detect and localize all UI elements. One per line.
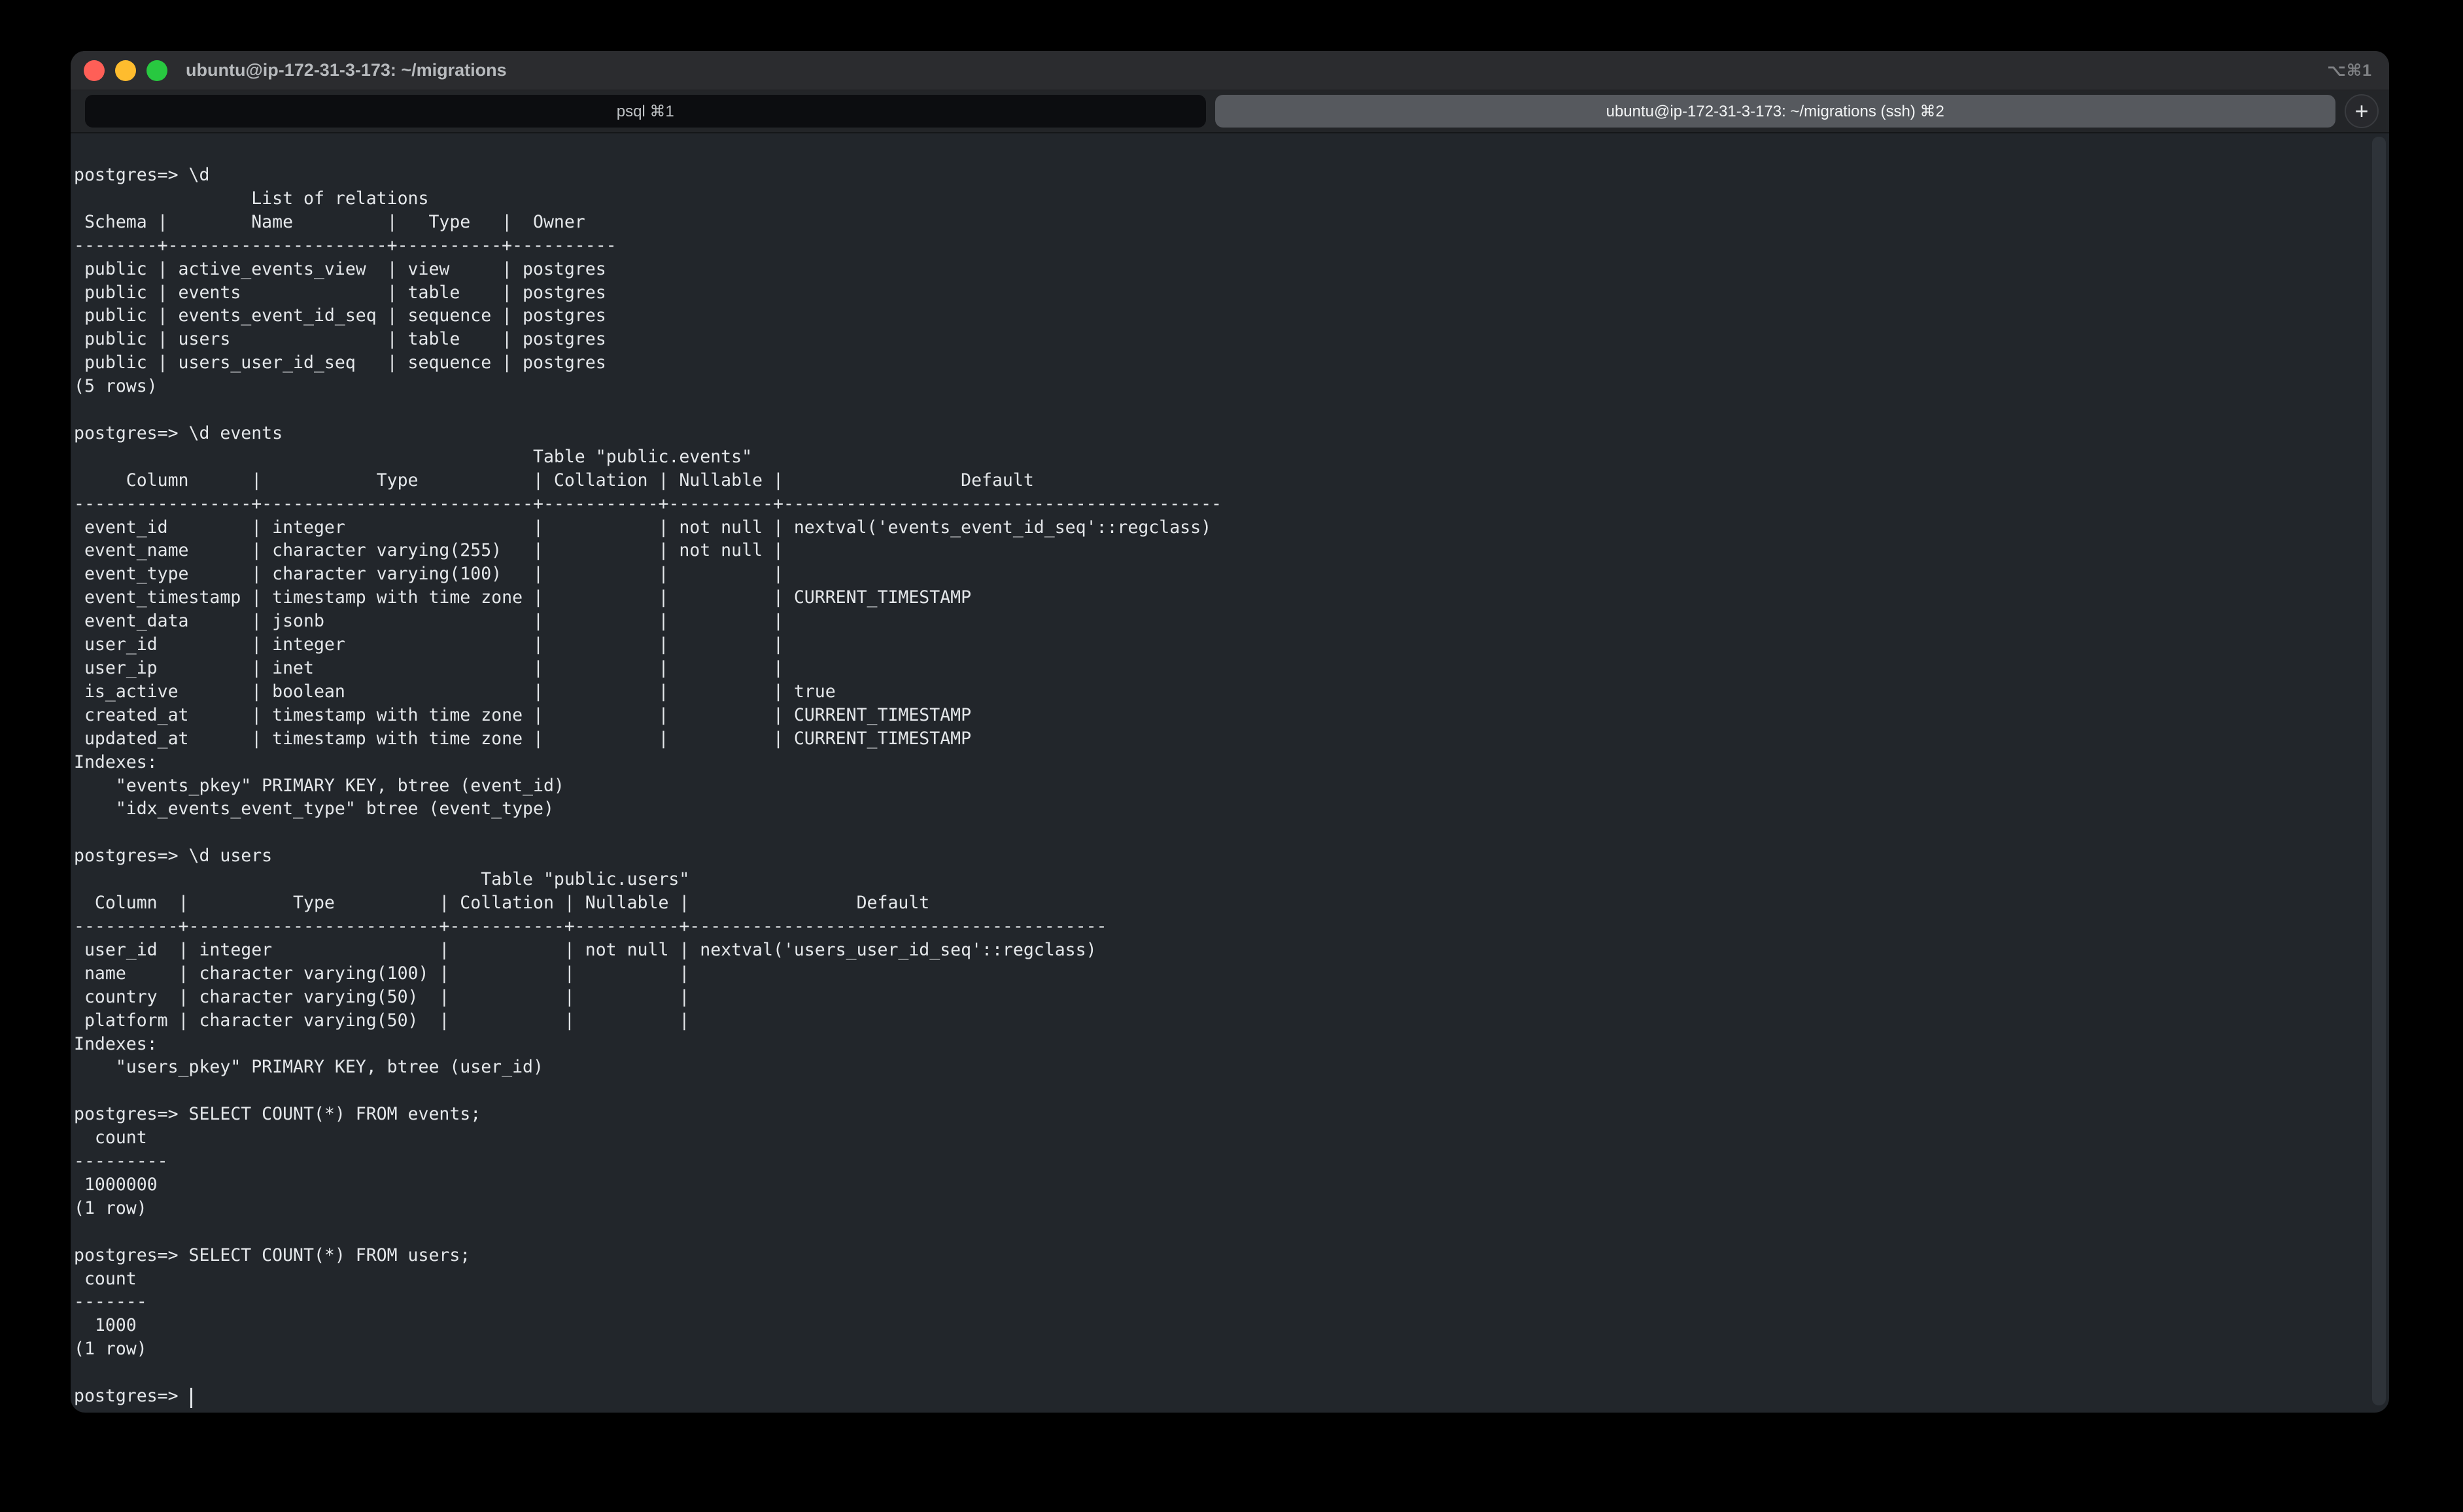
terminal-line: count <box>74 1126 2350 1150</box>
terminal-line: public | events | table | postgres <box>74 281 2350 305</box>
terminal-line: user_ip | inet | | | <box>74 657 2350 680</box>
tab-bar: psql ⌘1 ubuntu@ip-172-31-3-173: ~/migrat… <box>71 90 2389 133</box>
terminal-line: 1000000 <box>74 1173 2350 1197</box>
scrollbar-thumb[interactable] <box>2372 137 2386 1405</box>
close-button[interactable] <box>84 60 105 81</box>
terminal-line: updated_at | timestamp with time zone | … <box>74 727 2350 751</box>
terminal-line: postgres=> \d <box>74 163 2350 187</box>
terminal-line: "events_pkey" PRIMARY KEY, btree (event_… <box>74 774 2350 798</box>
terminal-line: created_at | timestamp with time zone | … <box>74 704 2350 727</box>
window-title: ubuntu@ip-172-31-3-173: ~/migrations <box>186 60 507 80</box>
terminal-line: postgres=> SELECT COUNT(*) FROM users; <box>74 1244 2350 1267</box>
terminal-line: event_data | jsonb | | | <box>74 610 2350 633</box>
terminal-line: postgres=> SELECT COUNT(*) FROM events; <box>74 1103 2350 1126</box>
terminal-line: user_id | integer | | not null | nextval… <box>74 938 2350 962</box>
terminal-window: ubuntu@ip-172-31-3-173: ~/migrations ⌥⌘1… <box>71 51 2389 1413</box>
prompt-text: postgres=> <box>74 1386 189 1406</box>
terminal-line <box>74 1220 2350 1244</box>
terminal-line <box>74 398 2350 422</box>
terminal-line: public | users | table | postgres <box>74 328 2350 351</box>
zoom-button[interactable] <box>146 60 167 81</box>
prompt-line: postgres=> <box>74 1384 2350 1408</box>
terminal-line <box>74 821 2350 844</box>
terminal-line: (1 row) <box>74 1337 2350 1361</box>
terminal-line: is_active | boolean | | | true <box>74 680 2350 704</box>
terminal-line <box>74 1079 2350 1103</box>
terminal-line: Indexes: <box>74 1033 2350 1056</box>
window-shortcut-hint: ⌥⌘1 <box>2327 61 2372 80</box>
tab-ssh-migrations[interactable]: ubuntu@ip-172-31-3-173: ~/migrations (ss… <box>1215 95 2336 128</box>
terminal-line: public | users_user_id_seq | sequence | … <box>74 351 2350 375</box>
terminal-line: public | events_event_id_seq | sequence … <box>74 304 2350 328</box>
terminal-content[interactable]: postgres=> \d List of relations Schema |… <box>71 133 2389 1412</box>
terminal-line: (5 rows) <box>74 375 2350 398</box>
terminal-line: Schema | Name | Type | Owner <box>74 211 2350 234</box>
terminal-line: 1000 <box>74 1314 2350 1337</box>
terminal-line: Table "public.events" <box>74 445 2350 469</box>
tab-psql[interactable]: psql ⌘1 <box>85 95 1206 128</box>
terminal-line: count <box>74 1267 2350 1291</box>
terminal-line: "users_pkey" PRIMARY KEY, btree (user_id… <box>74 1056 2350 1079</box>
terminal-line: event_id | integer | | not null | nextva… <box>74 516 2350 540</box>
terminal-line: Table "public.users" <box>74 868 2350 891</box>
terminal-line: user_id | integer | | | <box>74 633 2350 657</box>
terminal-line: name | character varying(100) | | | <box>74 962 2350 986</box>
window-titlebar[interactable]: ubuntu@ip-172-31-3-173: ~/migrations ⌥⌘1 <box>71 51 2389 90</box>
text-cursor <box>190 1388 192 1408</box>
terminal-line: Column | Type | Collation | Nullable | D… <box>74 469 2350 492</box>
terminal-line: ------- <box>74 1290 2350 1314</box>
terminal-line: event_type | character varying(100) | | … <box>74 562 2350 586</box>
terminal-line: List of relations <box>74 187 2350 211</box>
traffic-lights <box>84 60 167 81</box>
terminal-output: postgres=> \d List of relations Schema |… <box>74 163 2350 1384</box>
terminal-line: event_timestamp | timestamp with time zo… <box>74 586 2350 610</box>
terminal-line: Column | Type | Collation | Nullable | D… <box>74 891 2350 915</box>
terminal-line: country | character varying(50) | | | <box>74 986 2350 1009</box>
terminal-line: -----------------+----------------------… <box>74 492 2350 516</box>
terminal-line: ----------+------------------------+----… <box>74 915 2350 938</box>
terminal-line: public | active_events_view | view | pos… <box>74 258 2350 281</box>
terminal-line: event_name | character varying(255) | | … <box>74 539 2350 562</box>
terminal-line: platform | character varying(50) | | | <box>74 1009 2350 1033</box>
terminal-line: (1 row) <box>74 1197 2350 1220</box>
terminal-line: Indexes: <box>74 751 2350 774</box>
terminal-line: "idx_events_event_type" btree (event_typ… <box>74 797 2350 821</box>
desktop: { "window": { "title": "ubuntu@ip-172-31… <box>0 0 2463 1512</box>
terminal-line: postgres=> \d events <box>74 422 2350 445</box>
new-tab-button[interactable]: + <box>2345 94 2379 128</box>
terminal-line: --------- <box>74 1150 2350 1173</box>
terminal-line: postgres=> \d users <box>74 844 2350 868</box>
terminal-line: --------+---------------------+---------… <box>74 234 2350 258</box>
terminal-line <box>74 1361 2350 1384</box>
minimize-button[interactable] <box>115 60 136 81</box>
